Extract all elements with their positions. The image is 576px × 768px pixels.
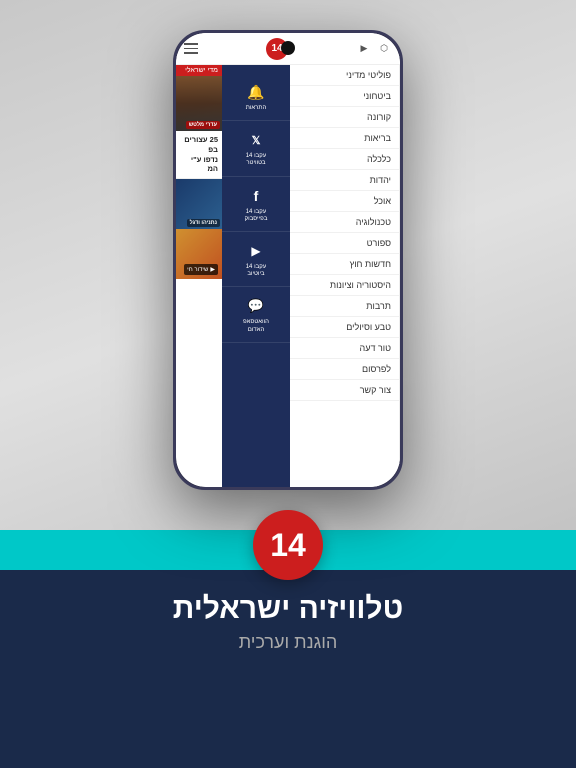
news-item-1[interactable]: 25 עצורים בפנדפו ע"י המ: [176, 131, 222, 179]
phone-notch: [281, 41, 295, 55]
sidebar-item-political[interactable]: פוליטי מדיני: [290, 65, 399, 86]
sidebar-item-nature[interactable]: טבע וסיולים: [290, 317, 399, 338]
sidebar-item-contact[interactable]: צור קשר: [290, 380, 399, 401]
play-icon-small: ▶: [210, 266, 215, 273]
youtube-label: עקבו 14 ביוטיוב: [246, 264, 267, 278]
live-label: שידור חי: [187, 267, 208, 273]
notifications-label: התראות: [246, 105, 267, 112]
sidebar-item-security[interactable]: ביטחוני: [290, 86, 399, 107]
sidebar-item-opinion[interactable]: טור דעה: [290, 338, 399, 359]
hamburger-icon[interactable]: [184, 43, 198, 54]
whatsapp-label: הוואטסאפ האדום: [243, 319, 269, 333]
youtube-icon: ▶: [245, 240, 267, 262]
phone-screen: 14 ▶ ⬡ פוליטי מדיני ביטחוני קורונה בריאו…: [176, 33, 400, 487]
sidebar-item-history[interactable]: היסטוריה וציונות: [290, 275, 399, 296]
sidebar-item-tech[interactable]: טכנולוגיה: [290, 212, 399, 233]
twitter-label: עקבו 14 בטוויטר: [246, 153, 267, 167]
news-top-text: מדי ישראלי: [185, 67, 218, 74]
bell-icon: 🔔: [245, 81, 267, 103]
news-image-2: נתניהו ודגל: [176, 179, 222, 229]
sidebar-item-health[interactable]: בריאות: [290, 128, 399, 149]
app-content: פוליטי מדיני ביטחוני קורונה בריאות כלכלה…: [176, 65, 400, 487]
video-icon[interactable]: ▶: [356, 41, 372, 57]
news-image-3: ▶ שידור חי: [176, 229, 222, 279]
sidebar-item-judaism[interactable]: יהדות: [290, 170, 399, 191]
phone-frame: 14 ▶ ⬡ פוליטי מדיני ביטחוני קורונה בריאו…: [173, 30, 403, 490]
logo-circle: 14: [253, 510, 323, 580]
share-icon[interactable]: ⬡: [376, 41, 392, 57]
whatsapp-icon: 💬: [245, 295, 267, 317]
header-icons: ▶ ⬡: [356, 41, 392, 57]
sidebar-item-foreign[interactable]: חדשות חוץ: [290, 254, 399, 275]
panel-facebook[interactable]: f עקבו 14 בפייסבוק: [222, 177, 290, 232]
panel-twitter[interactable]: 𝕏 עקבו 14 בטוויטר: [222, 121, 290, 176]
sidebar-item-sport[interactable]: ספורט: [290, 233, 399, 254]
bottom-logo-number: 14: [270, 529, 306, 561]
news-headline-1: 25 עצורים בפנדפו ע"י המ: [180, 135, 218, 174]
sidebar-item-economy[interactable]: כלכלה: [290, 149, 399, 170]
news-content: מדי ישראלי עדרי מלטש 25 עצורים בפנדפו ע"…: [176, 65, 222, 487]
right-panel: 🔔 התראות 𝕏 עקבו 14 בטוויטר f עקבו 14 בפי…: [222, 65, 290, 487]
sidebar-item-corona[interactable]: קורונה: [290, 107, 399, 128]
facebook-icon: f: [245, 185, 267, 207]
sidebar-item-food[interactable]: אוכל: [290, 191, 399, 212]
background-area: 14 ▶ ⬡ פוליטי מדיני ביטחוני קורונה בריאו…: [0, 0, 576, 768]
sub-title: הוגנת וערכית: [0, 632, 576, 653]
sidebar-item-advertise[interactable]: לפרסום: [290, 359, 399, 380]
twitter-icon: 𝕏: [245, 129, 267, 151]
main-title: טלוויזיה ישראלית: [0, 592, 576, 626]
news-image-1: עדרי מלטש: [176, 76, 222, 131]
live-badge: ▶ שידור חי: [184, 264, 218, 275]
panel-notifications[interactable]: 🔔 התראות: [222, 73, 290, 121]
sidebar-item-culture[interactable]: תרבות: [290, 296, 399, 317]
panel-youtube[interactable]: ▶ עקבו 14 ביוטיוב: [222, 232, 290, 287]
bottom-section: 14 טלוויזיה ישראלית הוגנת וערכית: [0, 490, 576, 653]
sidebar: פוליטי מדיני ביטחוני קורונה בריאות כלכלה…: [290, 65, 400, 487]
news-top-bar: מדי ישראלי: [176, 65, 222, 76]
panel-whatsapp[interactable]: 💬 הוואטסאפ האדום: [222, 287, 290, 342]
facebook-label: עקבו 14 בפייסבוק: [245, 209, 268, 223]
